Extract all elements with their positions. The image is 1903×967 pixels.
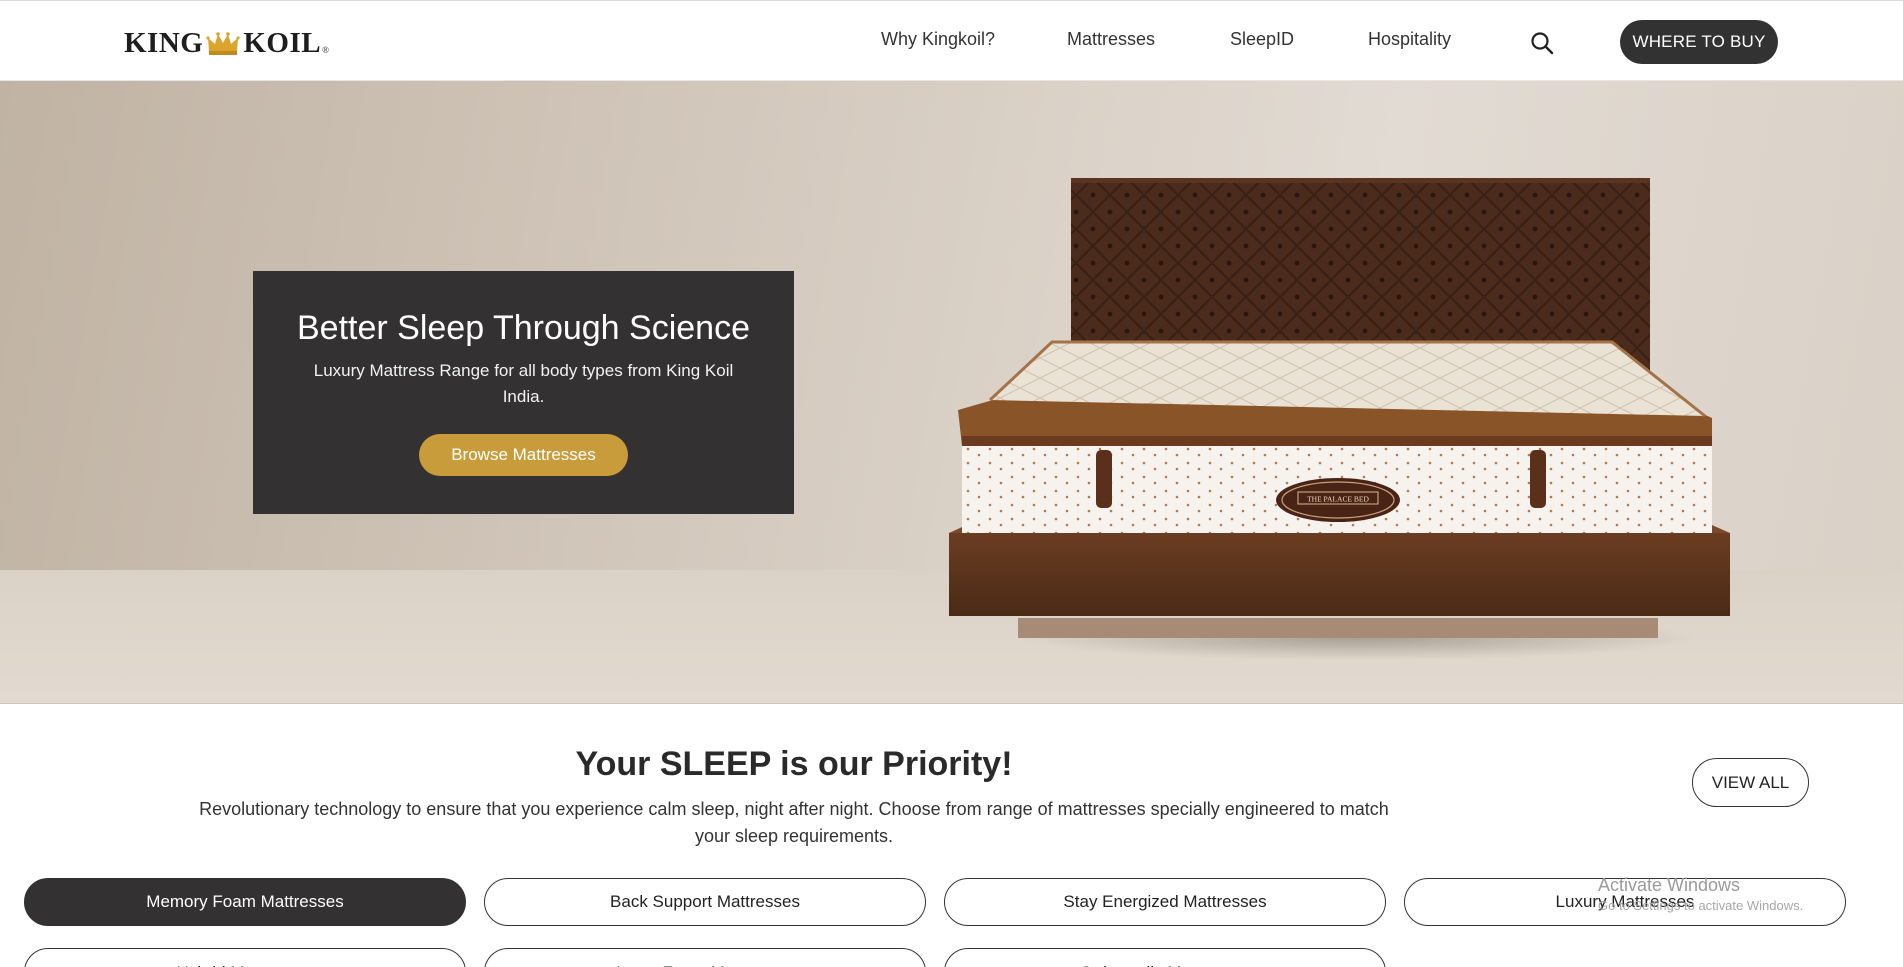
hero-promo-box: Better Sleep Through Science Luxury Matt…: [253, 271, 794, 514]
section-title: Your SLEEP is our Priority!: [575, 745, 1013, 783]
category-latex-foam[interactable]: Latex Foam Mattresses: [484, 948, 926, 967]
king-koil-logo[interactable]: KING KOIL ®: [124, 27, 329, 60]
hero-title: Better Sleep Through Science: [297, 309, 750, 347]
nav-why-kingkoil[interactable]: Why Kingkoil?: [881, 29, 995, 50]
view-all-button[interactable]: VIEW ALL: [1692, 758, 1809, 807]
hero-banner: Better Sleep Through Science Luxury Matt…: [0, 81, 1903, 704]
hero-subtitle: Luxury Mattress Range for all body types…: [313, 361, 734, 406]
hero-divider: [0, 703, 1903, 704]
registered-mark: ®: [322, 45, 330, 55]
logo-text-koil: KOIL: [243, 27, 322, 59]
browse-mattresses-button[interactable]: Browse Mattresses: [419, 434, 628, 476]
nav-sleepid[interactable]: SleepID: [1230, 29, 1294, 50]
category-hybrid[interactable]: Hybrid Mattresses: [24, 948, 466, 967]
category-stay-energized[interactable]: Stay Energized Mattresses: [944, 878, 1386, 926]
logo-text-king: KING: [124, 27, 204, 59]
category-orthopedic[interactable]: Orthopedic Mattresses: [944, 948, 1386, 967]
search-icon[interactable]: [1529, 30, 1555, 56]
bed-label-text: THE PALACE BED: [1307, 495, 1369, 504]
category-back-support[interactable]: Back Support Mattresses: [484, 878, 926, 926]
category-memory-foam[interactable]: Memory Foam Mattresses: [24, 878, 466, 926]
nav-hospitality[interactable]: Hospitality: [1368, 29, 1451, 50]
crown-icon: [206, 31, 240, 55]
section-description: Revolutionary technology to ensure that …: [199, 799, 1389, 846]
nav-mattresses[interactable]: Mattresses: [1067, 29, 1155, 50]
activate-windows-subtitle: Go to Settings to activate Windows.: [1598, 898, 1804, 913]
bed-image: THE PALACE BED: [949, 178, 1730, 660]
site-header: KING KOIL ® Why Kingkoil? Mattresses Sle…: [0, 0, 1903, 81]
activate-windows-title: Activate Windows: [1598, 875, 1741, 895]
where-to-buy-button[interactable]: WHERE TO BUY: [1620, 20, 1778, 64]
